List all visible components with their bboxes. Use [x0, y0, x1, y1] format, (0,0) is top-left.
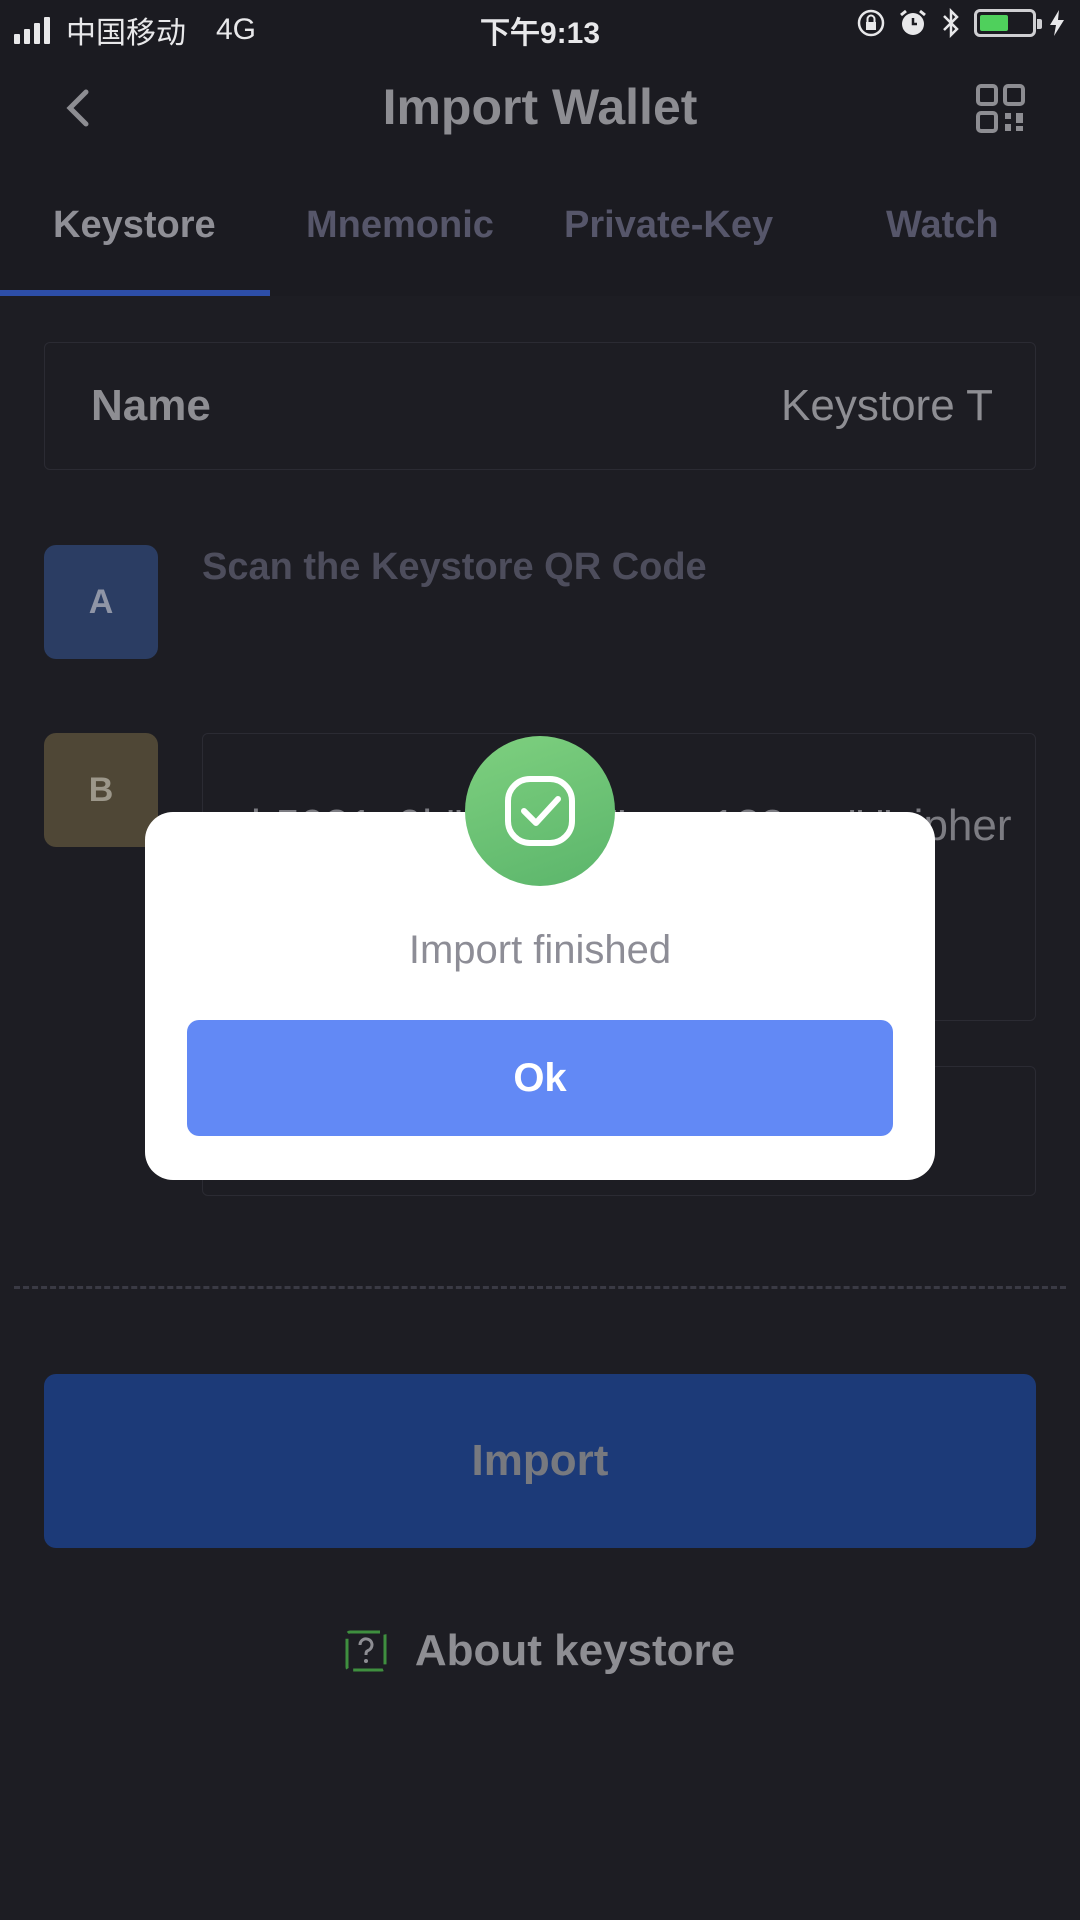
- screen: 中国移动 4G 下午9:13 Import Wallet Keystore Mn…: [0, 0, 1080, 1920]
- check-icon: [505, 776, 575, 846]
- dialog-message: Import finished: [408, 928, 672, 972]
- ok-button[interactable]: Ok: [187, 1020, 893, 1136]
- check-circle-icon: [465, 736, 615, 886]
